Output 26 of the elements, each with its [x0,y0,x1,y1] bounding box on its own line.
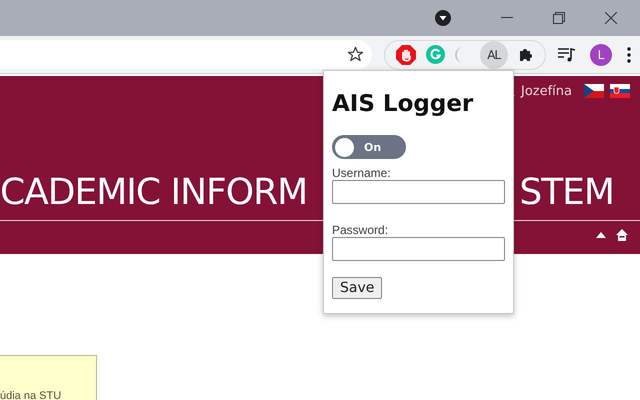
menu-icon[interactable] [627,46,631,62]
media-control-icon[interactable] [558,48,576,62]
notice-text: údia na STU [0,390,62,400]
save-button[interactable]: Save [332,277,382,299]
field-label: Username: [332,166,391,180]
site-title: STEM [519,171,614,215]
restore-icon[interactable] [553,12,565,24]
input-field[interactable] [332,237,505,261]
input-field[interactable] [332,180,505,204]
hand-stop-icon[interactable] [396,44,416,64]
toggle-switch[interactable]: On [332,135,406,159]
czech-flag-icon[interactable] [584,84,604,98]
star-icon[interactable] [347,46,364,63]
up-arrow-icon[interactable] [596,232,606,238]
slovak-flag-icon[interactable] [610,84,630,98]
puzzle-icon[interactable] [518,46,534,62]
popup-title: AIS Logger [332,91,474,117]
logger-extension-button[interactable]: AL [480,40,508,68]
field-label: Password: [332,223,388,237]
site-title: CADEMIC INFORM [0,171,308,215]
minimize-icon[interactable] [501,17,513,19]
close-icon[interactable] [605,12,617,24]
home-icon[interactable] [616,229,628,241]
tab-search-icon[interactable] [435,10,451,26]
user-name[interactable]: Jozefína [520,84,572,98]
profile-avatar[interactable]: L [590,44,612,66]
